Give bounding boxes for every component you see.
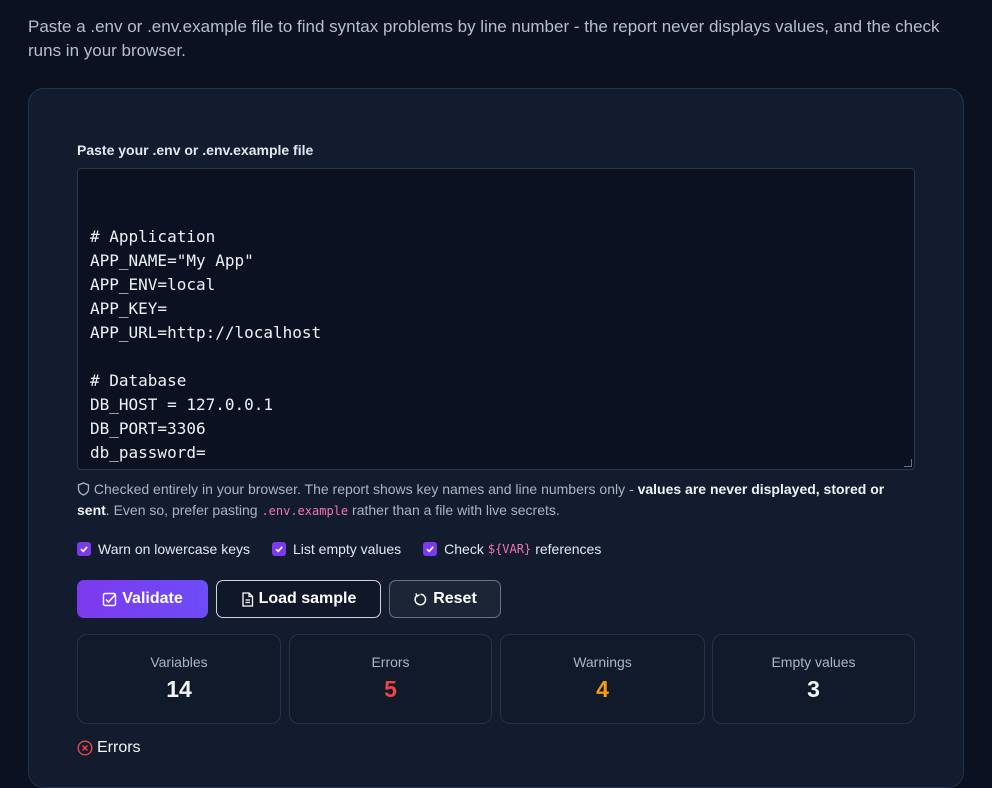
reset-icon [414,592,427,605]
editor-line: DB_PORT=3306 [90,419,206,438]
check-square-icon [103,592,117,606]
load-sample-button[interactable]: Load sample [216,580,381,618]
validate-button[interactable]: Validate [77,580,208,618]
errors-section-heading: Errors [77,739,141,757]
option-var-references-label: Check [444,541,484,557]
validate-button-label: Validate [122,590,183,607]
checkbox-var-references[interactable] [423,542,438,556]
x-circle-icon [77,740,93,756]
editor-line: # Application [90,227,216,246]
check-icon [426,546,434,553]
stat-errors-value: 5 [384,676,397,702]
option-lowercase-keys-label: Warn on lowercase keys [98,541,250,557]
reset-button-label: Reset [433,590,477,607]
check-icon [80,546,88,553]
stat-errors-label: Errors [371,654,410,670]
load-sample-button-label: Load sample [258,590,357,607]
editor-line: # Database [90,371,187,390]
document-icon [241,591,253,607]
checkbox-lowercase-keys[interactable] [77,542,91,556]
validator-card: Paste your .env or .env.example file # A… [28,88,964,788]
editor-line: APP_KEY= [90,299,168,318]
editor-line: DB_HOST = 127.0.0.1 [90,395,274,414]
option-var-references[interactable]: Check ${VAR} references [423,541,601,557]
option-lowercase-keys[interactable]: Warn on lowercase keys [77,541,250,557]
env-example-code: .env.example [261,504,349,518]
shield-icon [77,482,90,496]
stat-variables: Variables 14 [77,634,281,724]
var-reference-code: ${VAR} [487,542,532,556]
stat-warnings: Warnings 4 [500,634,705,724]
editor-line: APP_ENV=local [90,275,216,294]
stat-warnings-label: Warnings [573,654,632,670]
stat-empty-values-label: Empty values [771,654,856,670]
editor-line: APP_URL=http://localhost [90,323,322,342]
stat-variables-label: Variables [150,654,208,670]
validation-options: Warn on lowercase keys List empty values… [77,539,623,559]
editor-line: 2FA_SECRET= [90,465,902,469]
errors-section-title: Errors [97,739,141,756]
page-description: Paste a .env or .env.example file to fin… [28,17,940,60]
option-var-references-suffix: references [535,541,602,557]
check-icon [275,546,283,553]
resize-handle[interactable] [904,459,912,467]
reset-button[interactable]: Reset [389,580,501,618]
stat-variables-value: 14 [166,676,192,702]
privacy-note: Checked entirely in your browser. The re… [77,481,885,518]
editor-line: APP_NAME="My App" [90,251,254,270]
stat-empty-values-value: 3 [807,676,820,702]
option-empty-values-label: List empty values [292,541,402,557]
env-textarea[interactable]: # Application APP_NAME="My App" APP_ENV=lo… [77,168,915,470]
editor-line: db_password= [90,443,206,462]
env-input-label: Paste your .env or .env.example file [77,142,314,158]
checkbox-empty-values[interactable] [271,542,286,556]
stat-warnings-value: 4 [596,676,609,702]
option-empty-values[interactable]: List empty values [271,541,402,557]
stat-empty-values: Empty values 3 [712,634,915,724]
stat-errors: Errors 5 [289,634,492,724]
